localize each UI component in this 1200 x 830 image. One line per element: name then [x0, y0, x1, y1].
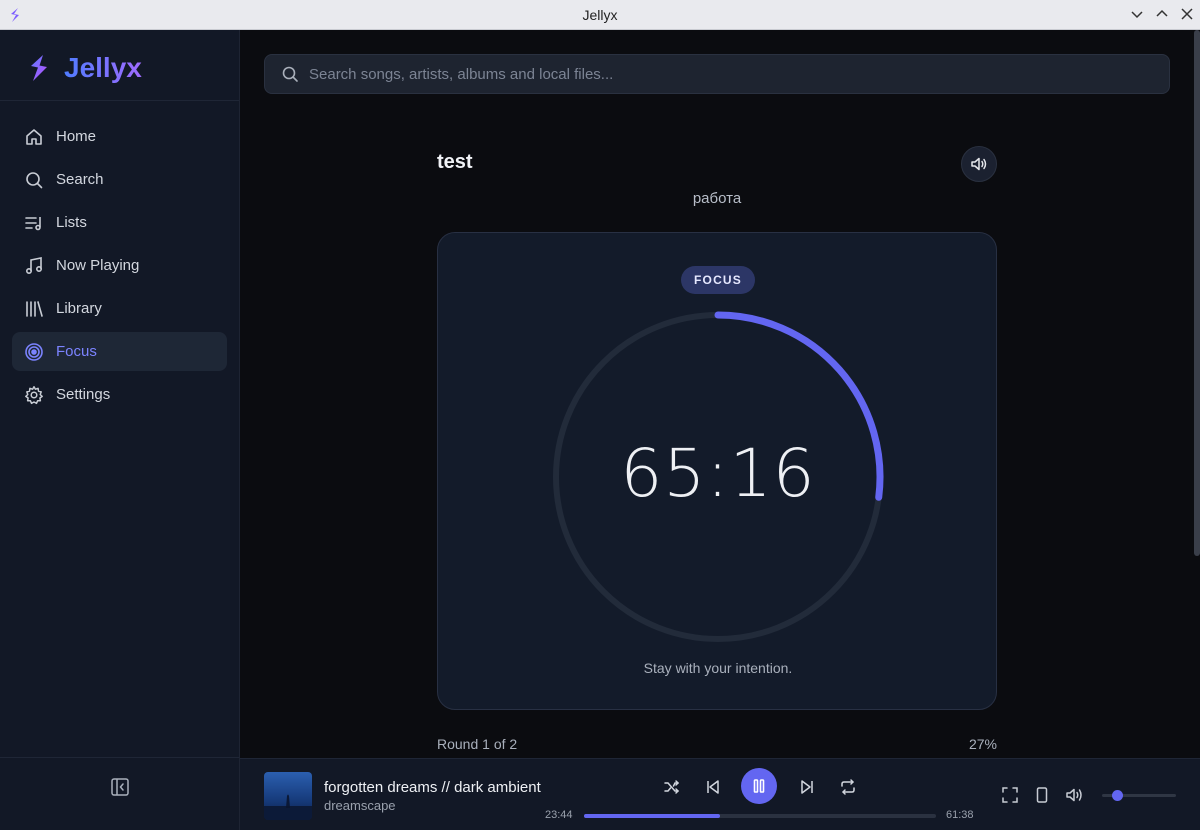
- next-track-button[interactable]: [794, 774, 820, 800]
- minimize-window-button[interactable]: [1129, 6, 1145, 22]
- timer-display: 65:16: [620, 435, 816, 512]
- window-title: Jellyx: [582, 7, 618, 23]
- album-art-image: [264, 794, 312, 820]
- home-icon: [26, 128, 42, 145]
- speaker-icon: [971, 157, 987, 171]
- close-window-button[interactable]: [1179, 6, 1195, 22]
- focus-timer-card: FOCUS 65:16 Stay with your intention.: [437, 232, 997, 710]
- progress-percent: 27%: [968, 736, 997, 752]
- sidebar: Jellyx Home Search Lists Now Playing Lib…: [0, 30, 240, 830]
- album-art[interactable]: [264, 772, 312, 820]
- fullscreen-icon[interactable]: [1000, 785, 1020, 805]
- sidebar-item-lists[interactable]: Lists: [12, 203, 227, 242]
- sidebar-item-now-playing[interactable]: Now Playing: [12, 246, 227, 285]
- intention-text: Stay with your intention.: [643, 660, 793, 676]
- round-indicator: Round 1 of 2: [437, 736, 518, 752]
- pause-icon: [753, 779, 765, 793]
- pause-button[interactable]: [741, 768, 777, 804]
- sidebar-item-label: Search: [56, 171, 104, 188]
- volume-slider-handle[interactable]: [1111, 790, 1123, 801]
- target-icon: [25, 342, 43, 361]
- repeat-button[interactable]: [835, 774, 861, 800]
- sidebar-item-label: Home: [56, 128, 97, 145]
- focus-session-title: test: [437, 151, 473, 173]
- skip-back-icon: [707, 780, 719, 794]
- divider: [0, 100, 239, 101]
- sidebar-item-label: Lists: [56, 214, 87, 231]
- brand[interactable]: Jellyx: [26, 48, 142, 88]
- mode-badge: FOCUS: [681, 266, 755, 294]
- skip-forward-icon: [801, 780, 813, 794]
- sidebar-item-library[interactable]: Library: [12, 289, 227, 328]
- sidebar-nav: Home Search Lists Now Playing Library Fo…: [12, 117, 227, 418]
- sidebar-item-label: Settings: [56, 386, 111, 403]
- playlist-icon: [25, 216, 41, 230]
- sidebar-item-label: Focus: [56, 343, 97, 360]
- device-icon[interactable]: [1032, 785, 1052, 805]
- track-title[interactable]: forgotten dreams // dark ambient: [324, 779, 541, 796]
- playback-progress-bar[interactable]: [584, 814, 936, 818]
- track-artist[interactable]: dreamscape: [324, 798, 396, 813]
- search-input[interactable]: [309, 65, 1109, 83]
- playback-progress-fill: [584, 814, 720, 818]
- collapse-sidebar-button[interactable]: [109, 776, 131, 798]
- window-titlebar: Jellyx: [0, 0, 1200, 30]
- sidebar-item-label: Now Playing: [56, 257, 140, 274]
- previous-track-button[interactable]: [700, 774, 726, 800]
- ambient-sound-button[interactable]: [961, 146, 997, 182]
- jellyx-logo-icon: [31, 55, 47, 81]
- total-time: 61:38: [946, 809, 974, 821]
- shuffle-icon: [664, 780, 680, 794]
- library-icon: [26, 300, 43, 317]
- sidebar-item-label: Library: [56, 300, 102, 317]
- main-content: test работа FOCUS 65:16 Stay with your i…: [240, 30, 1200, 752]
- scrollbar[interactable]: [1194, 30, 1200, 556]
- sidebar-item-home[interactable]: Home: [12, 117, 227, 156]
- player-bar: forgotten dreams // dark ambient dreamsc…: [240, 758, 1200, 830]
- volume-icon[interactable]: [1065, 785, 1085, 805]
- current-time: 23:44: [545, 809, 573, 821]
- search-icon: [282, 66, 298, 82]
- shuffle-button[interactable]: [659, 774, 685, 800]
- sidebar-item-settings[interactable]: Settings: [12, 375, 227, 414]
- focus-session-subtitle: работа: [692, 190, 742, 207]
- repeat-icon: [841, 779, 855, 795]
- volume-slider[interactable]: [1102, 790, 1176, 801]
- gear-icon: [25, 385, 43, 404]
- brand-name: Jellyx: [64, 52, 142, 83]
- maximize-window-button[interactable]: [1154, 6, 1170, 22]
- music-note-icon: [25, 256, 43, 274]
- sidebar-item-focus[interactable]: Focus: [12, 332, 227, 371]
- divider: [0, 757, 239, 758]
- search-icon: [26, 171, 43, 188]
- sidebar-item-search[interactable]: Search: [12, 160, 227, 199]
- search-bar[interactable]: [264, 54, 1170, 94]
